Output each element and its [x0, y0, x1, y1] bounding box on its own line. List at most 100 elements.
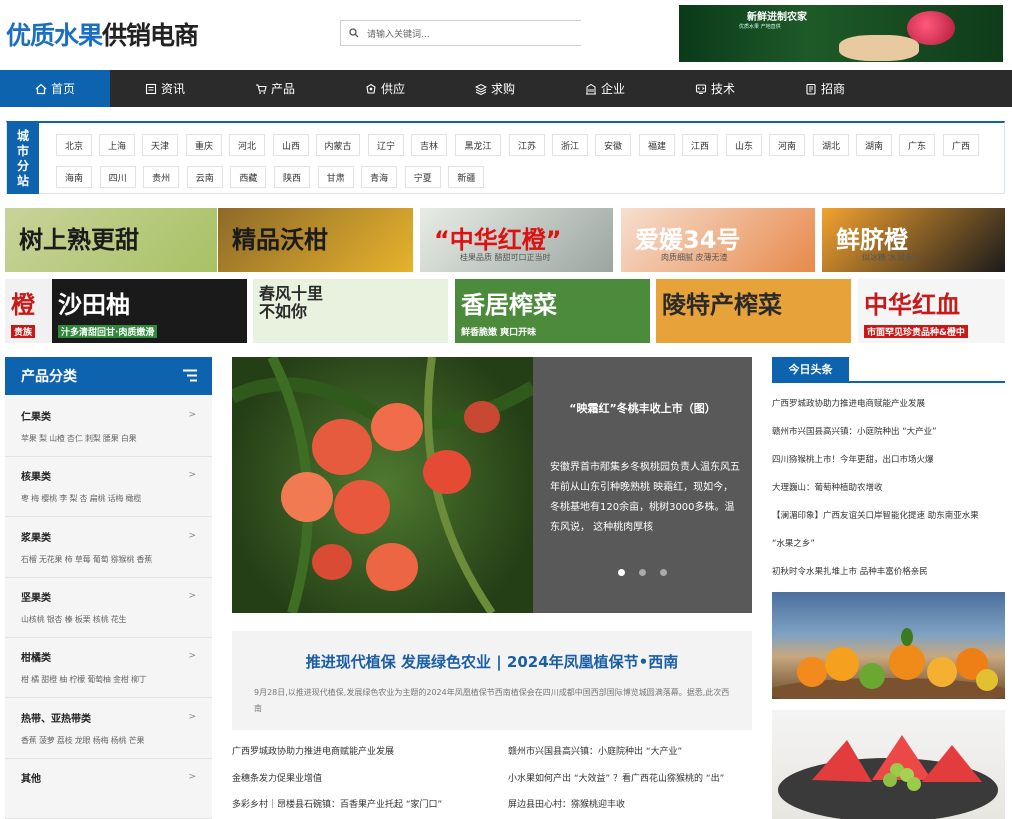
product-ad-sub: 鲜香脆嫩 爽口开味	[461, 328, 537, 338]
city-link-1[interactable]: 上海	[99, 134, 135, 156]
list-menu-icon[interactable]	[183, 369, 197, 382]
banner-ad-5[interactable]: 鲜脐橙 似冰糖 水润多汁	[822, 208, 1005, 272]
headline-link[interactable]: 赣州市兴国县高兴镇：小庭院种出 “大产业”	[772, 425, 937, 437]
category-item[interactable]: 坚果类 山核桃 银杏 榛 板栗 核桃 花生 >	[5, 578, 212, 638]
product-ad-6[interactable]: 中华红血 市面罕见珍贵品种&橙中	[858, 279, 1005, 343]
banner-ad-text: 爱媛34号	[635, 226, 741, 254]
banner-ad-2[interactable]: 精品沃柑	[218, 208, 413, 272]
top-banner-ad[interactable]: 新鲜进制农家 优质水果 产地直供	[679, 5, 1003, 62]
banner-ad-3[interactable]: “中华红橙” 桂果品质 醋甜可口正当时	[420, 208, 613, 272]
category-item[interactable]: 核果类枣 梅 樱桃 李 梨 杏 扁桃 话梅 橄榄 >	[5, 457, 212, 518]
nav-item-products[interactable]: 产品	[220, 70, 330, 107]
city-link-8[interactable]: 吉林	[411, 134, 447, 156]
slide-image-peaches[interactable]	[232, 357, 533, 613]
banner-ad-text: 鲜脐橙	[836, 226, 908, 254]
city-link-13[interactable]: 福建	[639, 134, 675, 156]
site-logo[interactable]: 优质水果供销电商	[6, 16, 199, 52]
product-ad-3[interactable]: 春风十里 不如你	[253, 279, 448, 343]
main-nav: 首页 资讯 产品 供应 求购 企业 技术 招商	[0, 70, 1012, 107]
banner-ad-1[interactable]: 树上熟更甜	[5, 208, 217, 272]
banner-ad-4[interactable]: 爱媛34号 肉质细腻 皮薄无渣	[621, 208, 815, 272]
category-item[interactable]: 浆果类 石榴 无花果 柿 草莓 葡萄 猕猴桃 香蕉 >	[5, 518, 212, 578]
search-input[interactable]: 请输入关键词...	[340, 20, 581, 46]
nav-item-news[interactable]: 资讯	[110, 70, 220, 107]
nav-item-supply[interactable]: 供应	[330, 70, 440, 107]
city-link-19[interactable]: 广东	[899, 134, 935, 156]
product-ad-1[interactable]: 橙贵族	[5, 279, 53, 343]
city-link-r2-7[interactable]: 青海	[361, 166, 398, 188]
fruit-image-citrus[interactable]	[772, 592, 1005, 699]
category-item[interactable]: 其他 >	[5, 759, 212, 819]
headline-link[interactable]: “水果之乡”	[772, 537, 815, 549]
headline-link[interactable]: 四川猕猴桃上市！今年更甜，出口市场火爆	[772, 453, 934, 465]
category-subitems[interactable]: 山核桃 银杏 榛 板栗 核桃 花生	[21, 614, 127, 625]
news-link[interactable]: 多彩乡村｜昂楼县石碗镇：百香果产业托起 “家门口”	[232, 797, 442, 810]
city-link-r2-9[interactable]: 新疆	[448, 166, 485, 188]
city-link-17[interactable]: 湖北	[813, 134, 849, 156]
category-subitems[interactable]: 香蕉 菠萝 荔枝 龙眼 杨梅 杨桃 芒果	[21, 735, 144, 746]
city-link-18[interactable]: 湖南	[856, 134, 892, 156]
product-ad-5[interactable]: 陵特产榨菜	[656, 279, 851, 343]
category-item[interactable]: 仁果类 苹果 梨 山楂 杏仁 刺梨 腰果 白果 >	[5, 397, 212, 457]
news-link[interactable]: 屏边县田心村：猕猴桃迎丰收	[508, 797, 625, 810]
banner-ad-text: “中华红橙”	[434, 226, 562, 254]
city-link-7[interactable]: 辽宁	[368, 134, 404, 156]
city-link-r2-1[interactable]: 四川	[99, 166, 136, 188]
city-link-9[interactable]: 黑龙江	[455, 134, 501, 156]
category-subitems[interactable]: 苹果 梨 山楂 杏仁 刺梨 腰果 白果	[21, 433, 137, 444]
nav-item-invest[interactable]: 招商	[770, 70, 880, 107]
city-link-14[interactable]: 江西	[682, 134, 718, 156]
city-link-12[interactable]: 安徽	[595, 134, 631, 156]
city-link-10[interactable]: 江苏	[509, 134, 545, 156]
city-label-char: 城	[16, 128, 29, 143]
category-item[interactable]: 热带、亚热带类 香蕉 菠萝 荔枝 龙眼 杨梅 杨桃 芒果 >	[5, 699, 212, 759]
headline-link[interactable]: 初秋时令水果扎堆上市 品种丰富价格亲民	[772, 565, 928, 577]
product-ad-sub: 汁多清甜回甘·肉质嫩滑	[58, 325, 158, 338]
headline-link[interactable]: 大理巍山：葡萄种植助农增收	[772, 481, 883, 493]
fruit-image-platter[interactable]	[772, 710, 1005, 819]
nav-item-buy[interactable]: 求购	[440, 70, 550, 107]
category-subitems[interactable]: 柑 橘 甜橙 柚 柠檬 葡萄柚 金柑 柳丁	[21, 674, 147, 685]
nav-item-tech[interactable]: 技术	[660, 70, 770, 107]
city-link-r2-5[interactable]: 陕西	[274, 166, 310, 188]
city-link-r2-0[interactable]: 海南	[56, 166, 92, 188]
headline-link[interactable]: 广西罗城政协助力推进电商赋能产业发展	[772, 397, 925, 409]
city-link-11[interactable]: 浙江	[552, 134, 588, 156]
city-link-5[interactable]: 山西	[273, 134, 309, 156]
nav-label: 首页	[50, 82, 75, 96]
city-link-2[interactable]: 天津	[142, 134, 178, 156]
chevron-right-icon: >	[188, 651, 196, 662]
category-subitems[interactable]: 枣 梅 樱桃 李 梨 杏 扁桃 话梅 橄榄	[21, 493, 141, 504]
citrus-photo	[772, 628, 1005, 699]
city-link-4[interactable]: 河北	[229, 134, 265, 156]
city-link-6[interactable]: 内蒙古	[316, 134, 360, 156]
city-link-r2-3[interactable]: 云南	[186, 166, 223, 188]
city-link-r2-6[interactable]: 甘肃	[317, 166, 354, 188]
product-ad-4[interactable]: 香居榨菜 鲜香脆嫩 爽口开味	[455, 279, 650, 343]
product-ad-sub: 贵族	[11, 325, 36, 338]
city-link-3[interactable]: 重庆	[186, 134, 222, 156]
slide-title[interactable]: “映霜红”冬桃丰收上市（图）	[550, 400, 735, 416]
headline-link[interactable]: 【澜湄印象】广西友谊关口岸智能化提速 助东南亚水果	[772, 509, 979, 521]
news-link[interactable]: 小水果如何产出 “大效益” ？看广西花山猕猴桃的 “出”	[508, 771, 724, 784]
news-link[interactable]: 金穗条发力促果业增值	[232, 771, 322, 784]
city-link-r2-8[interactable]: 宁夏	[404, 166, 441, 188]
nav-item-home[interactable]: 首页	[0, 70, 110, 107]
news-link[interactable]: 广西罗城政协助力推进电商赋能产业发展	[232, 744, 394, 757]
slide-dot-1[interactable]	[618, 569, 625, 576]
city-link-15[interactable]: 山东	[726, 134, 762, 156]
nav-item-company[interactable]: 企业	[550, 70, 660, 107]
category-item[interactable]: 柑橘类柑 橘 甜橙 柚 柠檬 葡萄柚 金柑 柳丁 >	[5, 638, 212, 699]
city-link-0[interactable]: 北京	[56, 134, 92, 156]
news-link[interactable]: 赣州市兴国县高兴镇：小庭院种出 “大产业”	[508, 744, 682, 757]
slide-dot-2[interactable]	[639, 569, 646, 576]
category-subitems[interactable]: 石榴 无花果 柿 草莓 葡萄 猕猴桃 香蕉	[21, 554, 152, 565]
product-ad-2[interactable]: 沙田柚 汁多清甜回甘·肉质嫩滑	[52, 279, 247, 343]
product-ad-text: 春风十里 不如你	[259, 284, 324, 321]
feature-title[interactable]: 推进现代植保 发展绿色农业 | 2024年凤凰植保节•西南	[232, 651, 752, 672]
city-link-16[interactable]: 河南	[769, 134, 805, 156]
slide-dot-3[interactable]	[660, 569, 667, 576]
city-link-r2-4[interactable]: 西藏	[230, 166, 267, 188]
city-link-r2-2[interactable]: 贵州	[143, 166, 180, 188]
city-link-20[interactable]: 广西	[943, 134, 979, 156]
